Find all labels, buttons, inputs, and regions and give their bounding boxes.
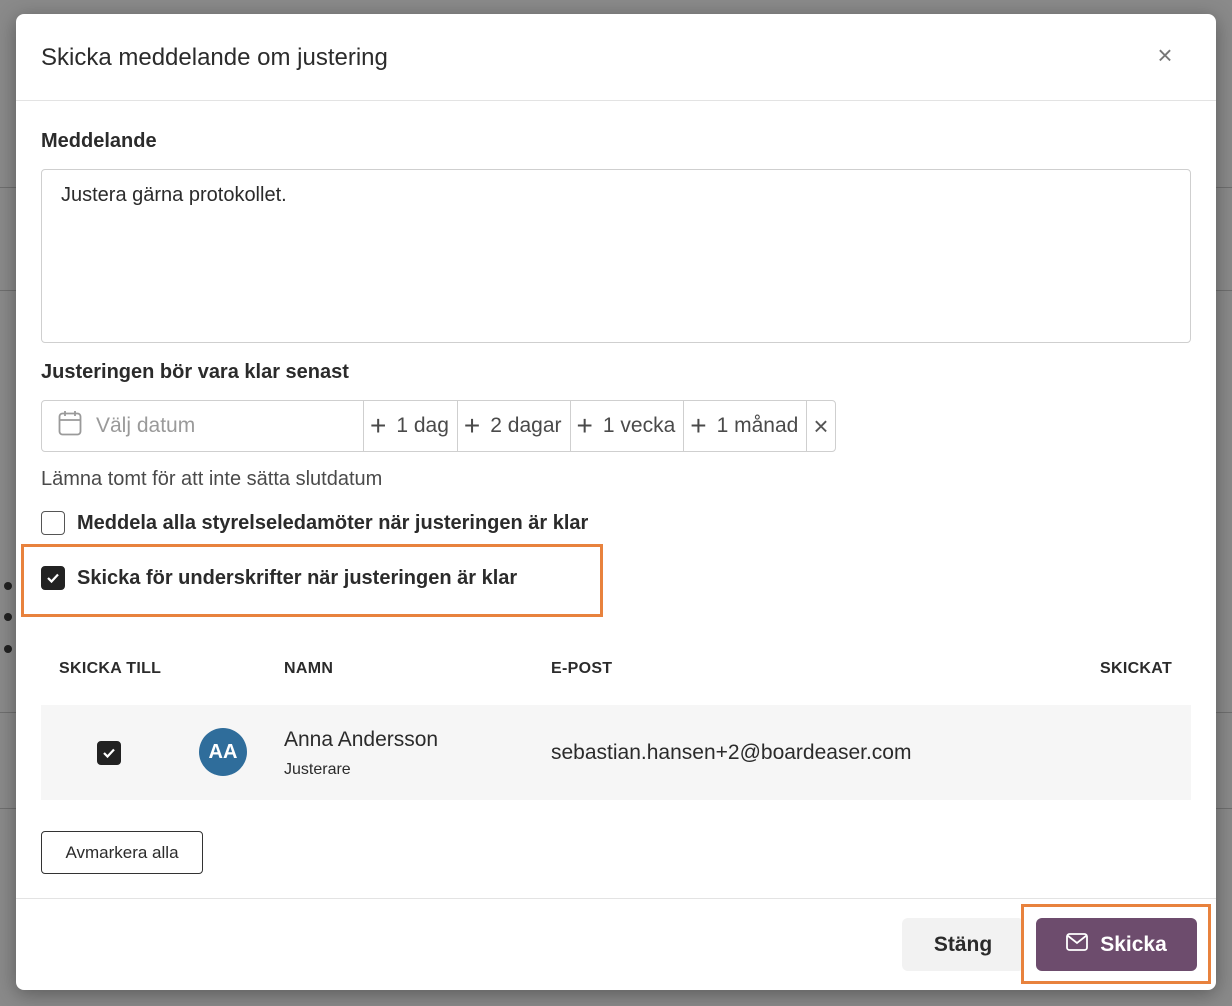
column-header-name: NAMN (284, 660, 334, 677)
notify-all-checkbox[interactable] (41, 511, 65, 535)
plus-icon: + (463, 410, 481, 441)
background-bullet (4, 582, 12, 590)
column-header-email: E-POST (551, 660, 613, 677)
background-bullet (4, 613, 12, 621)
highlight-frame (1021, 904, 1211, 984)
deadline-hint: Lämna tomt för att inte sätta slutdatum (41, 468, 383, 490)
highlight-frame (21, 544, 603, 617)
send-adjustment-modal: Skicka meddelande om justering × Meddela… (16, 14, 1216, 990)
modal-header: Skicka meddelande om justering × (16, 14, 1216, 101)
quick-option-label: 2 dagar (490, 414, 562, 437)
date-input[interactable]: Välj datum (42, 401, 364, 451)
background-bullet (4, 645, 12, 653)
plus-icon: + (576, 410, 593, 441)
notify-all-label: Meddela alla styrelseledamöter när juste… (77, 511, 589, 534)
plus-icon: + (690, 410, 707, 441)
close-icon[interactable]: × (1154, 42, 1176, 68)
clear-date-button[interactable]: × (807, 401, 834, 451)
recipient-name: Anna Andersson (284, 728, 439, 751)
column-header-sent: SKICKAT (1100, 660, 1173, 677)
add-1-day-button[interactable]: + 1 dag (364, 401, 458, 451)
quick-option-label: 1 månad (716, 414, 799, 437)
message-textarea[interactable] (41, 169, 1191, 343)
close-button[interactable]: Stäng (902, 918, 1024, 971)
modal-title: Skicka meddelande om justering (41, 44, 388, 71)
row-select-checkbox[interactable] (97, 741, 121, 765)
column-header-send-to: SKICKA TILL (59, 660, 162, 677)
recipient-email: sebastian.hansen+2@boardeaser.com (551, 741, 912, 764)
add-1-week-button[interactable]: + 1 vecka (571, 401, 685, 451)
deadline-picker: Välj datum + 1 dag + 2 dagar + 1 vecka +… (41, 400, 836, 452)
recipient-role: Justerare (284, 761, 351, 778)
footer-divider (16, 898, 1216, 899)
deselect-all-button[interactable]: Avmarkera alla (41, 831, 203, 874)
quick-option-label: 1 vecka (602, 414, 676, 437)
notify-all-checkbox-row[interactable]: Meddela alla styrelseledamöter när juste… (41, 511, 588, 535)
deadline-label: Justeringen bör vara klar senast (41, 361, 349, 383)
check-icon (103, 748, 115, 759)
add-1-month-button[interactable]: + 1 månad (684, 401, 808, 451)
calendar-icon (58, 410, 82, 442)
clear-icon: × (813, 410, 829, 441)
avatar: AA (199, 728, 247, 776)
message-label: Meddelande (41, 130, 157, 152)
table-row: AA Anna Andersson Justerare sebastian.ha… (41, 705, 1191, 800)
add-2-days-button[interactable]: + 2 dagar (458, 401, 571, 451)
plus-icon: + (370, 410, 387, 441)
quick-option-label: 1 dag (396, 414, 449, 437)
date-placeholder: Välj datum (96, 414, 196, 437)
